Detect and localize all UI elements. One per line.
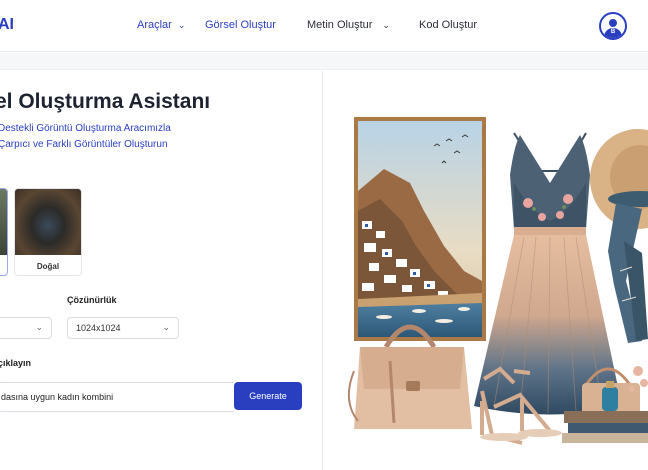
avatar-head-shape — [609, 19, 617, 27]
first-select[interactable]: ⌄ — [0, 317, 52, 339]
style-thumbnail-dogal — [15, 189, 81, 255]
handbag — [347, 324, 472, 429]
user-avatar[interactable]: B — [599, 12, 627, 40]
prompt-input[interactable]: dasına uygun kadın kombini — [0, 382, 234, 412]
style-thumbnail — [0, 189, 7, 255]
chevron-down-icon: ⌄ — [35, 322, 43, 332]
avatar-initial: B — [610, 29, 616, 35]
nav-araclar-label: Araçlar — [137, 19, 172, 31]
generate-button[interactable]: Generate — [234, 382, 302, 410]
nav-araclar[interactable]: Araçlar ⌄ — [137, 19, 185, 31]
generated-image-panel — [324, 71, 648, 470]
generator-panel: el Oluşturma Asistanı Destekli Görüntü O… — [0, 71, 323, 470]
painting-frame — [354, 117, 486, 341]
chevron-down-icon: ⌄ — [177, 19, 186, 30]
nav-gorsel-olustur-label: Görsel Oluştur — [205, 19, 276, 31]
style-card-selected[interactable] — [0, 188, 8, 276]
nav-gorsel-olustur[interactable]: Görsel Oluştur — [205, 19, 276, 31]
page-title: el Oluşturma Asistanı — [0, 90, 211, 113]
prompt-label: çıklayın — [0, 358, 32, 368]
nav-kod-olustur-label: Kod Oluştur — [419, 19, 478, 31]
page-subtitle-line2: Çarpıcı ve Farklı Görüntüler Oluşturun — [0, 139, 168, 150]
books — [562, 411, 648, 443]
app-logo[interactable]: AI — [0, 16, 14, 34]
style-card-dogal[interactable]: Doğal — [14, 188, 82, 276]
style-card-label: Doğal — [36, 262, 60, 271]
nav-metin-olustur-label: Metin Oluştur — [307, 19, 373, 31]
nav-metin-olustur[interactable]: Metin Oluştur ⌄ — [307, 19, 390, 31]
resolution-label: Çözünürlük — [67, 295, 117, 305]
resolution-select[interactable]: 1024x1024 ⌄ — [67, 317, 179, 339]
page-subtitle-line1: Destekli Görüntü Oluşturma Aracımızla — [0, 123, 171, 134]
chevron-down-icon: ⌄ — [162, 322, 170, 332]
nav-kod-olustur[interactable]: Kod Oluştur — [419, 19, 477, 31]
resolution-select-value: 1024x1024 — [76, 323, 121, 333]
header-divider-band — [0, 53, 648, 70]
chevron-down-icon: ⌄ — [382, 19, 390, 30]
top-nav-bar: AI Araçlar ⌄ Görsel Oluştur Metin Oluştu… — [0, 0, 648, 52]
generated-image — [347, 117, 648, 445]
